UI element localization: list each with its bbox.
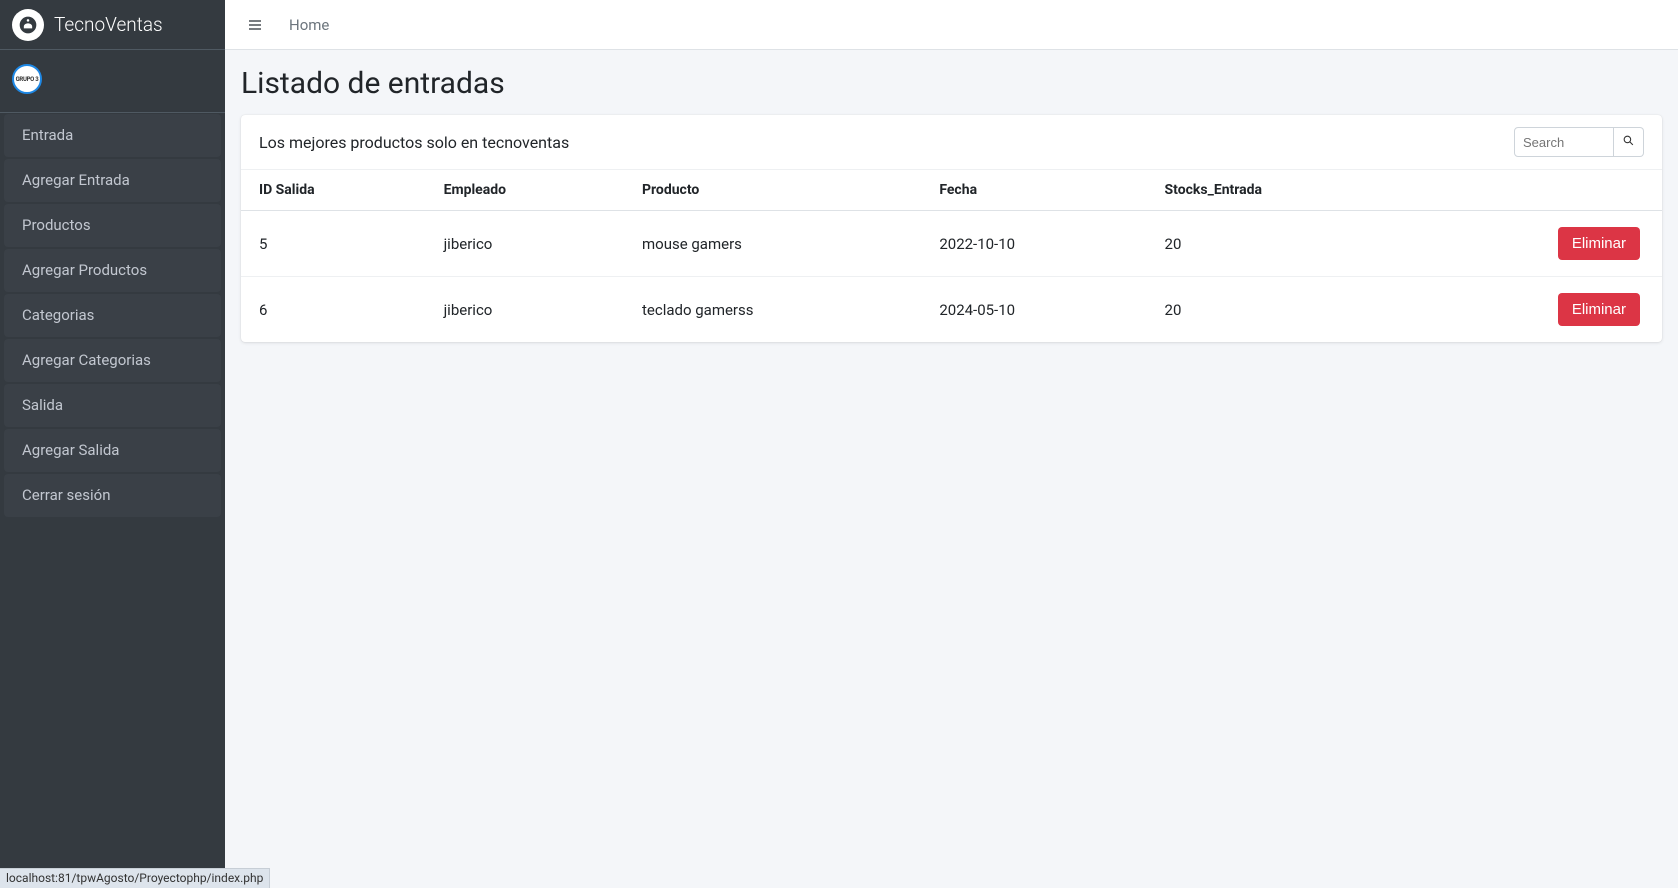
sidebar-item-entrada[interactable]: Entrada (4, 114, 221, 157)
sidebar-item-label: Salida (22, 396, 63, 414)
delete-button[interactable]: Eliminar (1558, 227, 1640, 260)
cell-id: 5 (241, 211, 426, 277)
user-panel: GRUPO 3 (0, 50, 225, 113)
col-fecha: Fecha (921, 170, 1146, 211)
avatar[interactable]: GRUPO 3 (12, 64, 42, 94)
delete-button[interactable]: Eliminar (1558, 293, 1640, 326)
sidebar-item-label: Productos (22, 216, 91, 234)
cell-stocks: 20 (1147, 277, 1416, 343)
sidebar-item-agregar-productos[interactable]: Agregar Productos (4, 249, 221, 292)
col-empleado: Empleado (426, 170, 624, 211)
table-row: 6 jiberico teclado gamerss 2024-05-10 20… (241, 277, 1662, 343)
cell-id: 6 (241, 277, 426, 343)
sidebar-item-agregar-salida[interactable]: Agregar Salida (4, 429, 221, 472)
sidebar-item-agregar-categorias[interactable]: Agregar Categorias (4, 339, 221, 382)
sidebar-item-label: Agregar Salida (22, 441, 119, 459)
sidebar-item-label: Cerrar sesión (22, 486, 110, 504)
col-producto: Producto (624, 170, 921, 211)
cell-fecha: 2022-10-10 (921, 211, 1146, 277)
avatar-text: GRUPO 3 (16, 76, 39, 83)
breadcrumb-home[interactable]: Home (289, 16, 329, 34)
card-title: Los mejores productos solo en tecnoventa… (259, 133, 569, 152)
sidebar: TecnoVentas GRUPO 3 Entrada Agregar Entr… (0, 0, 225, 888)
entries-card: Los mejores productos solo en tecnoventa… (241, 115, 1662, 342)
cell-fecha: 2024-05-10 (921, 277, 1146, 343)
cell-actions: Eliminar (1416, 211, 1662, 277)
cell-producto: teclado gamerss (624, 277, 921, 343)
table-header-row: ID Salida Empleado Producto Fecha Stocks… (241, 170, 1662, 211)
topbar: Home (225, 0, 1678, 50)
brand-logo-icon (12, 9, 44, 41)
col-id: ID Salida (241, 170, 426, 211)
sidebar-item-salida[interactable]: Salida (4, 384, 221, 427)
sidebar-item-cerrar-sesion[interactable]: Cerrar sesión (4, 474, 221, 517)
hamburger-icon[interactable] (241, 11, 269, 39)
cell-actions: Eliminar (1416, 277, 1662, 343)
sidebar-item-categorias[interactable]: Categorias (4, 294, 221, 337)
search-button[interactable] (1614, 127, 1644, 157)
cell-producto: mouse gamers (624, 211, 921, 277)
content: Listado de entradas Los mejores producto… (225, 50, 1678, 888)
sidebar-item-label: Agregar Categorias (22, 351, 151, 369)
col-actions (1416, 170, 1662, 211)
sidebar-item-label: Agregar Entrada (22, 171, 130, 189)
card-header: Los mejores productos solo en tecnoventa… (241, 115, 1662, 170)
table-row: 5 jiberico mouse gamers 2022-10-10 20 El… (241, 211, 1662, 277)
status-bar-url: localhost:81/tpwAgosto/Proyectophp/index… (0, 868, 270, 888)
entries-table: ID Salida Empleado Producto Fecha Stocks… (241, 170, 1662, 342)
brand-link[interactable]: TecnoVentas (0, 0, 225, 50)
sidebar-item-label: Categorias (22, 306, 94, 324)
main-area: Home Listado de entradas Los mejores pro… (225, 0, 1678, 888)
sidebar-item-label: Entrada (22, 126, 73, 144)
col-stocks: Stocks_Entrada (1147, 170, 1416, 211)
sidebar-nav: Entrada Agregar Entrada Productos Agrega… (0, 114, 225, 517)
sidebar-item-agregar-entrada[interactable]: Agregar Entrada (4, 159, 221, 202)
page-title: Listado de entradas (241, 66, 1662, 101)
cell-empleado: jiberico (426, 211, 624, 277)
cell-stocks: 20 (1147, 211, 1416, 277)
brand-text: TecnoVentas (54, 13, 163, 36)
sidebar-item-productos[interactable]: Productos (4, 204, 221, 247)
search-icon (1622, 134, 1635, 150)
sidebar-item-label: Agregar Productos (22, 261, 147, 279)
search-group (1514, 127, 1644, 157)
search-input[interactable] (1514, 127, 1614, 157)
cell-empleado: jiberico (426, 277, 624, 343)
